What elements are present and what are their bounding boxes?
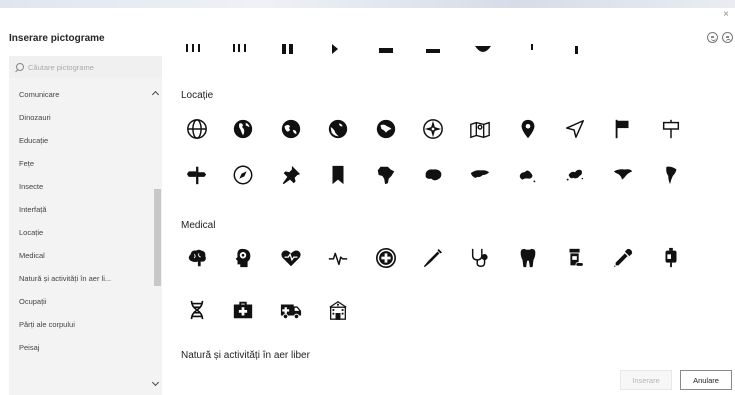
flag-icon[interactable] <box>612 118 634 140</box>
stethoscope-icon[interactable] <box>469 247 491 269</box>
medical-cross-icon[interactable] <box>375 247 397 269</box>
sidebar-item-interfata[interactable]: Interfață <box>9 198 154 221</box>
scroll-up-chevron-icon[interactable] <box>152 90 159 96</box>
dialog-title: Inserare pictograme <box>9 33 105 44</box>
cancel-button[interactable]: Anulare <box>680 370 732 390</box>
europe-icon[interactable] <box>564 164 586 186</box>
insert-button[interactable]: Inserare <box>620 370 672 390</box>
north-america-icon[interactable] <box>612 164 634 186</box>
direction-sign-icon[interactable] <box>186 164 208 186</box>
sidebar-item-fete[interactable]: Fețe <box>9 152 154 175</box>
asia-icon[interactable] <box>469 164 491 186</box>
dropper-icon[interactable] <box>612 247 634 269</box>
bookmark-icon[interactable] <box>327 164 349 186</box>
scroll-down-chevron-icon[interactable] <box>152 381 159 387</box>
compass-rose-icon[interactable] <box>422 118 444 140</box>
sidebar-item-locatie[interactable]: Locație <box>9 221 154 244</box>
head-brain-icon[interactable] <box>232 247 254 269</box>
globe-europe-icon[interactable] <box>327 118 349 140</box>
globe-icon[interactable] <box>186 118 208 140</box>
map-pin-icon[interactable] <box>517 118 539 140</box>
sidebar-item-ocupatii[interactable]: Ocupații <box>9 290 154 313</box>
insert-icons-dialog: Inserare pictograme × Comunicare Dinozau… <box>0 0 735 395</box>
search-input[interactable] <box>28 62 158 72</box>
category-sidebar: Comunicare Dinozauri Educație Fețe Insec… <box>9 56 162 395</box>
tooth-icon[interactable] <box>517 247 539 269</box>
first-aid-kit-icon[interactable] <box>232 299 254 321</box>
signpost-icon[interactable] <box>660 118 682 140</box>
globe-west-icon[interactable] <box>280 118 302 140</box>
sidebar-item-educatie[interactable]: Educație <box>9 129 154 152</box>
sidebar-item-parti-corp[interactable]: Părți ale corpului <box>9 313 154 336</box>
sidebar-item-dinozauri[interactable]: Dinozauri <box>9 106 154 129</box>
section-title-natura: Natură și activități în aer liber <box>181 350 310 361</box>
compass-icon[interactable] <box>232 164 254 186</box>
sidebar-item-comunicare[interactable]: Comunicare <box>9 83 154 106</box>
icon-gallery: Locație Medical Natură și activități în … <box>162 40 735 362</box>
iv-bag-icon[interactable] <box>660 247 682 269</box>
ambulance-icon[interactable] <box>280 299 302 321</box>
globe-americas-icon[interactable] <box>232 118 254 140</box>
heart-pulse-icon[interactable] <box>280 247 302 269</box>
sidebar-item-insecte[interactable]: Insecte <box>9 175 154 198</box>
syringe-icon[interactable] <box>422 247 444 269</box>
search-icon <box>15 62 24 72</box>
close-icon[interactable]: × <box>721 10 731 20</box>
pill-bottle-icon[interactable] <box>564 247 586 269</box>
south-america-icon[interactable] <box>660 164 682 186</box>
sidebar-item-peisaj[interactable]: Peisaj <box>9 336 154 359</box>
section-title-locatie: Locație <box>181 90 214 101</box>
previous-row-icons <box>186 44 578 54</box>
brain-icon[interactable] <box>186 247 208 269</box>
heartbeat-line-icon[interactable] <box>327 247 349 269</box>
sidebar-scrollbar-thumb[interactable] <box>154 189 161 286</box>
sidebar-item-medical[interactable]: Medical <box>9 244 154 267</box>
globe-asia-icon[interactable] <box>375 118 397 140</box>
dialog-footer: Inserare Anulare <box>162 362 735 395</box>
africa-icon[interactable] <box>375 164 397 186</box>
navigation-arrow-icon[interactable] <box>564 118 586 140</box>
hospital-icon[interactable] <box>327 299 349 321</box>
sidebar-item-natura[interactable]: Natură și activități în aer li... <box>9 267 154 290</box>
dna-icon[interactable] <box>186 299 208 321</box>
search-box <box>9 56 162 78</box>
pushpin-icon[interactable] <box>280 164 302 186</box>
australia-icon[interactable] <box>517 164 539 186</box>
category-list: Comunicare Dinozauri Educație Fețe Insec… <box>9 83 154 359</box>
antarctica-icon[interactable] <box>422 164 444 186</box>
folded-map-icon[interactable] <box>469 118 491 140</box>
section-title-medical: Medical <box>181 220 216 231</box>
background-strip <box>0 0 735 8</box>
